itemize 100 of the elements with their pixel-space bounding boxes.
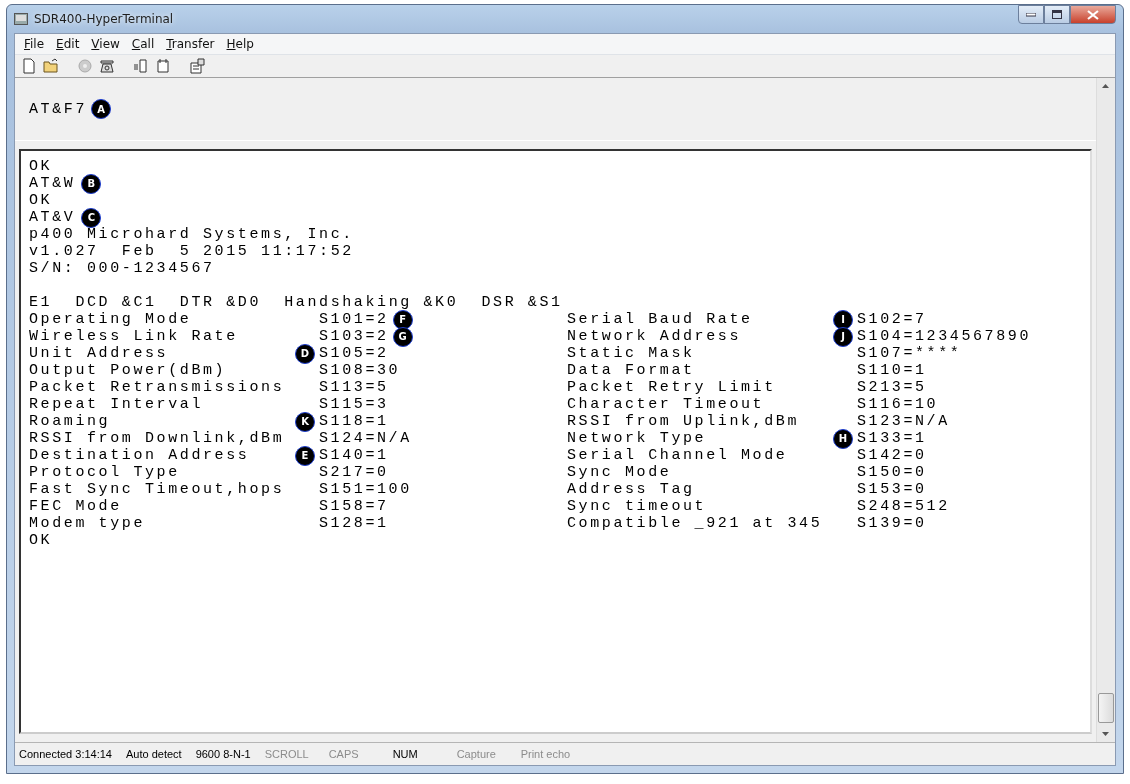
register-label: Data Format (567, 362, 696, 379)
register-value: S101=2 (319, 311, 389, 328)
register-label: Packet Retransmissions (29, 379, 286, 396)
register-label: Address Tag (567, 481, 696, 498)
register-value: S151=100 (319, 481, 412, 498)
open-folder-icon[interactable] (43, 58, 59, 74)
register-label: Wireless Link Rate (29, 328, 239, 345)
register-value: S118=1 (319, 413, 389, 430)
register-label: Sync timeout (567, 498, 708, 515)
register-label: Character Timeout (567, 396, 766, 413)
register-value: S150=0 (857, 464, 927, 481)
register-label: RSSI from Downlink,dBm (29, 430, 286, 447)
status-field: 9600 8-N-1 (191, 748, 261, 760)
register-value: S116=10 (857, 396, 939, 413)
phone-icon[interactable] (99, 58, 115, 74)
terminal-line: S/N: 000-1234567 (29, 260, 215, 277)
scrollbar-thumb[interactable] (1098, 693, 1114, 723)
register-value: S108=30 (319, 362, 401, 379)
register-value: S139=0 (857, 515, 927, 532)
maximize-icon (1052, 10, 1062, 19)
register-value: S104=1234567890 (857, 328, 1032, 345)
status-field: CAPS (324, 748, 389, 760)
window-title: SDR400-HyperTerminal (34, 12, 174, 26)
callout-badge: I (833, 309, 853, 330)
register-label: Protocol Type (29, 464, 181, 481)
register-value: S110=1 (857, 362, 927, 379)
register-label: Static Mask (567, 345, 696, 362)
register-value: S133=1 (857, 430, 927, 447)
register-label: FEC Mode (29, 498, 123, 515)
register-value: S213=5 (857, 379, 927, 396)
menu-item[interactable]: Transfer (161, 36, 220, 52)
terminal-line: OK (29, 532, 53, 549)
callout-badge: A (91, 99, 111, 119)
register-label: Roaming (29, 413, 112, 430)
menu-item[interactable]: File (19, 36, 50, 52)
vertical-scrollbar[interactable] (1096, 78, 1115, 742)
menu-item[interactable]: Help (221, 36, 259, 52)
terminal-line: AT&V (29, 209, 76, 226)
terminal-line: p400 Microhard Systems, Inc. (29, 226, 354, 243)
register-label: Modem type (29, 515, 146, 532)
callout-badge: G (392, 326, 413, 347)
register-value: S107=**** (857, 345, 962, 362)
register-value: S140=1 (319, 447, 389, 464)
register-label: Compatible _921 at 345 (567, 515, 824, 532)
callout-badge: J (833, 326, 853, 347)
register-label: Destination Address (29, 447, 251, 464)
callout-badge: F (392, 309, 413, 330)
register-value: S103=2 (319, 328, 389, 345)
register-value: S158=7 (319, 498, 389, 515)
register-label: Serial Channel Mode (567, 447, 789, 464)
status-field: SCROLL (260, 748, 325, 760)
register-value: S142=0 (857, 447, 927, 464)
terminal-line: OK (29, 192, 53, 209)
status-field: Connected 3:14:14 (15, 748, 122, 760)
register-label: Network Address (567, 328, 743, 345)
register-value: S115=3 (319, 396, 389, 413)
register-value: S153=0 (857, 481, 927, 498)
terminal-line: AT&W (29, 175, 76, 192)
terminal-line: v1.027 Feb 5 2015 11:17:52 (29, 243, 354, 260)
register-value: S105=2 (319, 345, 389, 362)
close-button[interactable] (1070, 5, 1116, 24)
close-icon (1087, 9, 1099, 20)
status-field: NUM (388, 748, 453, 760)
register-value: S123=N/A (857, 413, 950, 430)
register-label: Repeat Interval (29, 396, 205, 413)
terminal-app-icon (14, 13, 28, 25)
register-value: S217=0 (319, 464, 389, 481)
register-label: Packet Retry Limit (567, 379, 777, 396)
register-label: RSSI from Uplink,dBm (567, 413, 801, 430)
register-label: Fast Sync Timeout,hops (29, 481, 286, 498)
callout-badge: D (295, 343, 315, 364)
maximize-button[interactable] (1044, 5, 1070, 24)
terminal-screen[interactable] (19, 149, 1092, 734)
register-value: S102=7 (857, 311, 927, 328)
register-label: Output Power(dBm) (29, 362, 228, 379)
menu-item[interactable]: View (86, 36, 125, 52)
register-label: Network Type (567, 430, 708, 447)
menu-item[interactable]: Call (126, 36, 160, 52)
register-value: S128=1 (319, 515, 389, 532)
new-file-icon[interactable] (21, 58, 37, 74)
menu-item[interactable]: Edit (51, 36, 85, 52)
callout-badge: K (295, 411, 315, 432)
register-value: S124=N/A (319, 430, 412, 447)
callout-badge: B (81, 173, 102, 194)
terminal-line: E1 DCD &C1 DTR &D0 Handshaking &K0 DSR &S1 (29, 294, 563, 311)
register-value: S113=5 (319, 379, 389, 396)
callout-badge: H (833, 428, 853, 449)
status-field: Auto detect (121, 748, 192, 760)
terminal-line: AT&F7 (29, 100, 87, 118)
minimize-icon (1026, 12, 1036, 17)
status-field: Capture (452, 748, 517, 760)
properties-icon[interactable] (189, 58, 205, 74)
status-field: Print echo (516, 748, 581, 760)
register-label: Unit Address (29, 345, 170, 362)
callout-badge: E (295, 445, 315, 466)
terminal-line: OK (29, 158, 53, 175)
callout-badge: C (81, 207, 102, 228)
register-value: S248=512 (857, 498, 950, 515)
register-label: Sync Mode (567, 464, 673, 481)
register-label: Operating Mode (29, 311, 193, 328)
